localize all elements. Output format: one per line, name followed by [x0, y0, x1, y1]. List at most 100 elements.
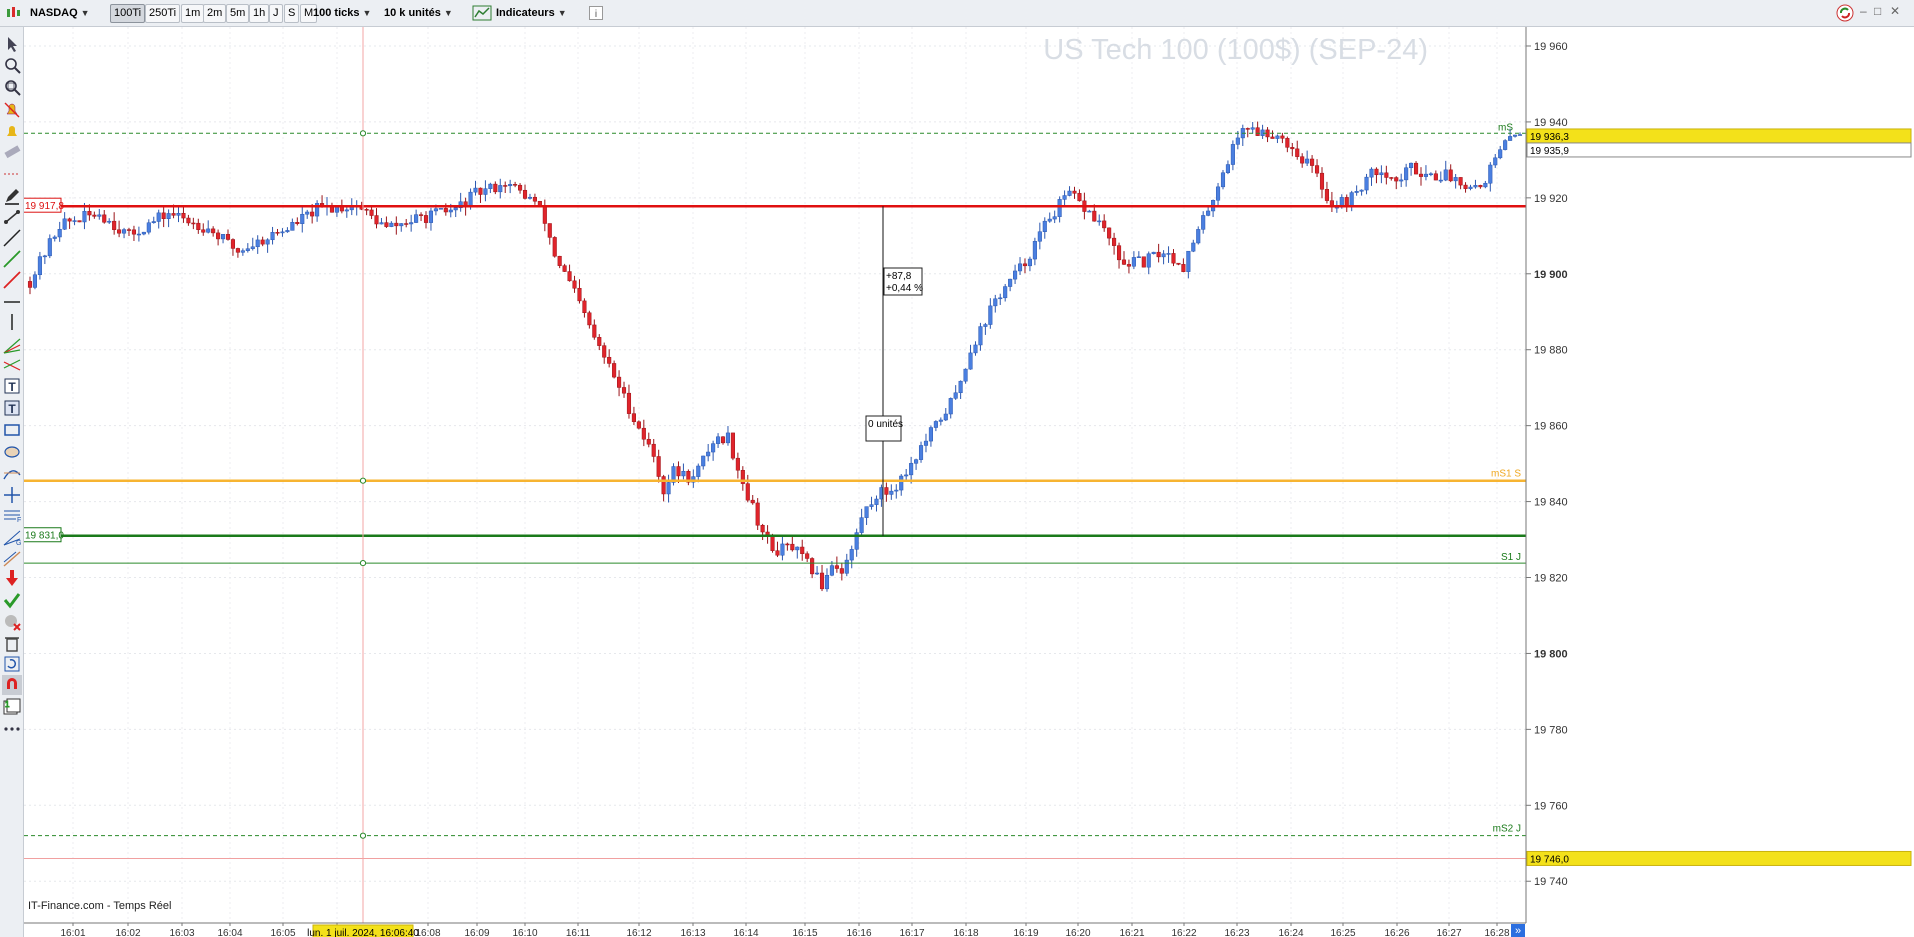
separator-icon[interactable] [2, 164, 22, 184]
layers-icon[interactable]: 1 [2, 697, 22, 717]
candle-body [1151, 251, 1156, 255]
candle-body [1250, 127, 1255, 130]
timeframe-button-s[interactable]: S [284, 4, 300, 23]
candle-body [1473, 185, 1478, 188]
timeframe-button-2m[interactable]: 2m [203, 4, 227, 23]
time-axis-tick-label: 16:12 [626, 928, 651, 937]
time-axis-tick-label: 16:23 [1224, 928, 1249, 937]
price-axis-bg [1526, 27, 1912, 937]
candle-body [824, 574, 830, 590]
price-chart[interactable]: mS1 S S1 J mS2 J mS +87,8+0,44 % 0 unités 19 9… [24, 27, 1912, 937]
ruler-icon[interactable] [2, 142, 22, 162]
trend-down-icon[interactable] [2, 270, 22, 290]
level-anchor-point [359, 832, 367, 839]
ellipse-icon[interactable] [2, 442, 22, 462]
timeframe-button-1h[interactable]: 1h [249, 4, 270, 23]
horizontal-line-icon[interactable] [2, 292, 22, 312]
segment-icon[interactable] [2, 207, 22, 227]
fibonacci-icon[interactable] [2, 463, 22, 483]
candle-body [1032, 241, 1037, 260]
candle-body [983, 324, 988, 327]
trash-icon[interactable] [2, 633, 22, 653]
cursor-icon[interactable] [2, 34, 22, 54]
close-icon[interactable]: ✕ [1890, 4, 1900, 18]
candle-body [1067, 190, 1072, 196]
time-axis-tick-label: 16:14 [733, 928, 758, 937]
trend-up-icon[interactable] [2, 249, 22, 269]
candle-body [206, 228, 211, 233]
candle-body [795, 546, 800, 551]
candle-body [592, 324, 597, 338]
candle-body [706, 451, 711, 457]
pitchfork-icon[interactable] [2, 548, 22, 568]
candle-body [483, 188, 488, 195]
timeframe-button-100ti[interactable]: 100Ti [110, 4, 146, 23]
ms1-s-label: mS1 S [1491, 469, 1521, 480]
symbol-selector[interactable]: NASDAQ ▼ [30, 3, 90, 23]
scroll-to-end-button[interactable]: » [1511, 924, 1525, 937]
timeframe-button-1m[interactable]: 1m [181, 4, 205, 23]
indicators-button[interactable]: Indicateurs ▼ [496, 3, 567, 23]
pencil-icon[interactable] [2, 186, 22, 206]
svg-text:1: 1 [5, 700, 10, 709]
volume-selector[interactable]: 10 k unités ▼ [384, 3, 453, 23]
fib-levels-icon[interactable]: F [2, 505, 22, 525]
vertical-line-icon[interactable] [2, 312, 22, 332]
gann-icon[interactable]: G [2, 527, 22, 547]
magnet-icon[interactable] [2, 675, 22, 695]
text-icon[interactable]: T [2, 376, 22, 396]
more-icon[interactable] [2, 719, 22, 739]
info-icon[interactable]: i [588, 5, 604, 25]
chart-area[interactable]: mS1 S S1 J mS2 J mS +87,8 +0,44 % 0 unités 19 9… [24, 27, 1912, 937]
channel-icon[interactable] [2, 356, 22, 376]
line-icon[interactable] [2, 228, 22, 248]
candle-body [661, 476, 666, 495]
reset-view-icon[interactable] [2, 654, 22, 674]
bell-icon[interactable] [2, 121, 22, 141]
refresh-icon[interactable] [1836, 4, 1854, 24]
checkmark-icon[interactable] [2, 590, 22, 610]
candle-body [399, 223, 404, 227]
restore-icon[interactable]: □ [1874, 4, 1881, 18]
candle-body [339, 206, 344, 212]
svg-text:T: T [8, 380, 16, 394]
fan-icon[interactable] [2, 335, 22, 355]
history-selector[interactable]: 100 ticks ▼ [313, 3, 371, 23]
candle-body [612, 363, 617, 378]
candle-body [775, 550, 780, 556]
text-box-icon[interactable]: T [2, 398, 22, 418]
candle-body [384, 222, 389, 227]
candle-body [750, 499, 755, 504]
candle-body [602, 345, 607, 358]
candle-body [1121, 259, 1127, 265]
indicators-icon[interactable] [472, 5, 492, 25]
time-axis-tick-label: 16:24 [1278, 928, 1303, 937]
alert-bell-icon[interactable] [2, 99, 22, 119]
cancel-order-icon[interactable] [2, 612, 22, 632]
chart-type-icon[interactable] [4, 5, 24, 25]
sell-arrow-icon[interactable] [2, 568, 22, 588]
minimize-icon[interactable]: – [1860, 4, 1867, 18]
candle-body [52, 236, 57, 239]
candle-body [948, 398, 953, 415]
timeframe-button-j[interactable]: J [269, 4, 283, 23]
arrows-icon[interactable] [2, 485, 22, 505]
candle-body [1230, 144, 1235, 165]
candle-body [963, 368, 968, 382]
candle-body [1052, 216, 1057, 220]
candle-body [221, 234, 226, 240]
rectangle-icon[interactable] [2, 420, 22, 440]
candle-body [1428, 173, 1433, 175]
timeframe-button-250ti[interactable]: 250Ti [145, 4, 181, 23]
zoom-icon[interactable] [2, 55, 22, 75]
zoom-area-icon[interactable] [2, 77, 22, 97]
candle-body [1215, 186, 1221, 201]
candle-body [805, 553, 810, 559]
candle-body [37, 256, 42, 276]
candle-body [1260, 129, 1265, 136]
candle-body [280, 231, 285, 234]
timeframe-button-5m[interactable]: 5m [226, 4, 250, 23]
candle-body [1057, 199, 1062, 217]
cursor-time-tag: lun. 1 juil. 2024, 16:06:40 [307, 924, 419, 937]
candle-body [567, 271, 572, 282]
